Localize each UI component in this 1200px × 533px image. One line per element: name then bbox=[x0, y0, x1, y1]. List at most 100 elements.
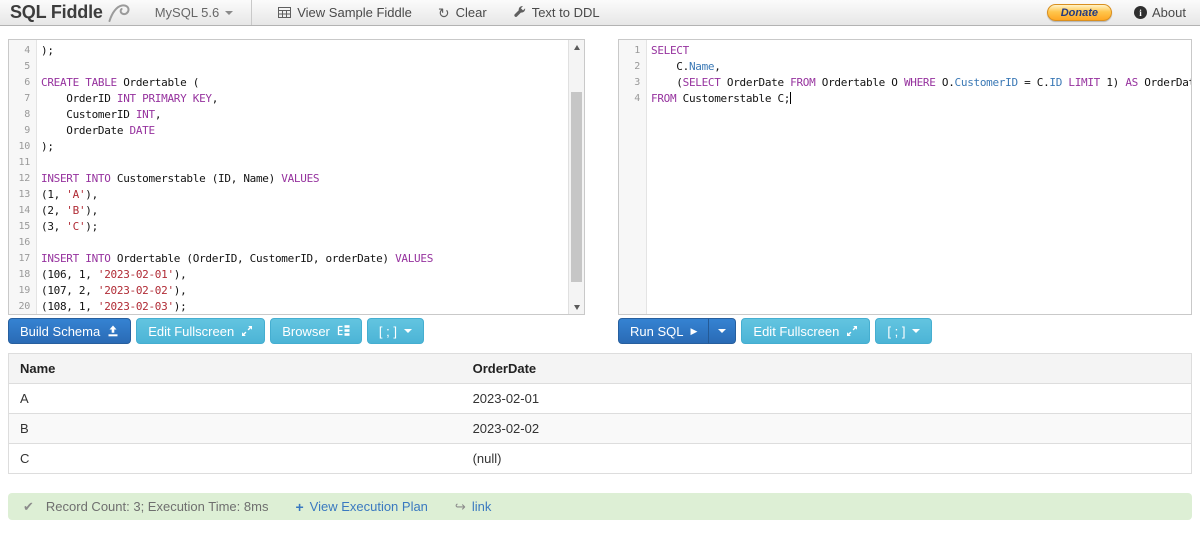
app-title: SQL Fiddle bbox=[10, 2, 103, 22]
code-line: 10); bbox=[9, 139, 584, 155]
code-line: 5 bbox=[9, 59, 584, 75]
line-number: 12 bbox=[18, 173, 31, 184]
schema-editor-scrollbar[interactable] bbox=[568, 40, 584, 314]
edit-fullscreen-label: Edit Fullscreen bbox=[753, 323, 840, 339]
schema-toolbar: Build Schema Edit Fullscreen Browser [ ;… bbox=[8, 318, 585, 344]
success-check-icon: ✔ bbox=[23, 498, 34, 514]
chevron-down-icon bbox=[225, 10, 234, 15]
run-sql-button[interactable]: Run SQL ▶ bbox=[618, 318, 710, 344]
code-line: 17 INSERT INTO Ordertable (OrderID, Custo… bbox=[9, 251, 584, 267]
table-icon bbox=[278, 6, 292, 20]
scroll-up-arrow[interactable] bbox=[569, 40, 584, 54]
terminator-label: [ ; ] bbox=[887, 323, 906, 339]
line-number: 16 bbox=[18, 237, 31, 248]
line-number: 20 bbox=[18, 301, 31, 312]
schema-editor[interactable]: 4); 5 6 CREATE TABLE Ordertable (7 OrderID … bbox=[8, 39, 585, 315]
donate-button[interactable]: Donate bbox=[1046, 4, 1113, 21]
line-number: 9 bbox=[24, 125, 30, 136]
build-schema-label: Build Schema bbox=[20, 323, 101, 339]
query-edit-fullscreen-button[interactable]: Edit Fullscreen bbox=[741, 318, 871, 344]
text-to-ddl-link[interactable]: Text to DDL bbox=[513, 5, 600, 20]
code-line: 14 (2, 'B'), bbox=[9, 203, 584, 219]
query-editor[interactable]: 1 SELECT 2 C.Name, 3 (SELECT OrderDate FROM… bbox=[618, 39, 1192, 315]
query-toolbar: Run SQL ▶ Edit Fullscreen [ ; ] bbox=[618, 318, 1192, 344]
line-number: 18 bbox=[18, 269, 31, 280]
code-line: 20 (108, 1, '2023-02-03'); bbox=[9, 299, 584, 314]
line-number: 15 bbox=[18, 221, 31, 232]
about-link[interactable]: i About bbox=[1134, 5, 1186, 20]
execution-status-bar: ✔ Record Count: 3; Execution Time: 8ms +… bbox=[8, 493, 1192, 520]
line-number: 2 bbox=[634, 61, 640, 72]
plus-icon: + bbox=[295, 498, 304, 515]
line-number: 10 bbox=[18, 141, 31, 152]
table-row: B 2023-02-02 bbox=[8, 413, 1192, 444]
results-header-row: Name OrderDate bbox=[8, 353, 1192, 384]
database-version-label: MySQL 5.6 bbox=[154, 5, 220, 20]
view-execution-plan-link[interactable]: + View Execution Plan bbox=[295, 499, 427, 515]
clear-link[interactable]: ↻ Clear bbox=[438, 5, 487, 20]
share-link[interactable]: ↪ link bbox=[455, 499, 491, 515]
browser-label: Browser bbox=[282, 323, 330, 339]
line-number: 13 bbox=[18, 189, 31, 200]
schema-terminator-dropdown[interactable]: [ ; ] bbox=[366, 318, 424, 344]
table-cell: B bbox=[8, 413, 462, 444]
line-number: 4 bbox=[24, 45, 30, 56]
share-arrow-icon: ↪ bbox=[454, 498, 466, 514]
line-number: 17 bbox=[18, 253, 31, 264]
app-logo[interactable]: SQL Fiddle bbox=[10, 2, 131, 23]
line-number: 11 bbox=[18, 157, 31, 168]
database-version-dropdown[interactable]: MySQL 5.6 bbox=[155, 5, 234, 20]
execution-summary: Record Count: 3; Execution Time: 8ms bbox=[45, 499, 269, 514]
run-sql-dropdown-toggle[interactable] bbox=[708, 318, 737, 344]
schema-edit-fullscreen-button[interactable]: Edit Fullscreen bbox=[136, 318, 266, 344]
wrench-icon bbox=[513, 5, 526, 20]
code-line: 15 (3, 'C'); bbox=[9, 219, 584, 235]
view-execution-plan-label: View Execution Plan bbox=[309, 499, 428, 514]
browser-button[interactable]: Browser bbox=[270, 318, 362, 344]
top-navbar: SQL Fiddle MySQL 5.6 View Sample Fiddle … bbox=[0, 0, 1200, 26]
chevron-down-icon bbox=[403, 329, 412, 333]
code-line: 11 bbox=[9, 155, 584, 171]
results-table: Name OrderDate A 2023-02-01 B 2023-02-02 C (n… bbox=[8, 353, 1192, 474]
code-line: 16 bbox=[9, 235, 584, 251]
run-sql-label: Run SQL bbox=[630, 323, 684, 339]
query-editor-code[interactable]: 1 SELECT 2 C.Name, 3 (SELECT OrderDate FROM… bbox=[619, 40, 1191, 107]
navbar-divider bbox=[251, 0, 253, 25]
code-line: 19 (107, 2, '2023-02-02'), bbox=[9, 283, 584, 299]
table-cell: (null) bbox=[461, 443, 1192, 474]
text-cursor bbox=[790, 92, 792, 104]
results-table-body: A 2023-02-01 B 2023-02-02 C (null) bbox=[8, 383, 1192, 474]
code-line: 9 OrderDate DATE bbox=[9, 123, 584, 139]
code-line: 4); bbox=[9, 43, 584, 59]
table-row: C (null) bbox=[8, 443, 1192, 474]
table-cell: A bbox=[8, 383, 462, 414]
line-number: 1 bbox=[634, 45, 640, 56]
donate-label: Donate bbox=[1060, 6, 1099, 19]
fern-logo-icon bbox=[107, 3, 131, 22]
table-cell: 2023-02-02 bbox=[461, 413, 1192, 444]
code-line: 18 (106, 1, '2023-02-01'), bbox=[9, 267, 584, 283]
build-schema-button[interactable]: Build Schema bbox=[8, 318, 132, 344]
table-row: A 2023-02-01 bbox=[8, 383, 1192, 414]
line-number: 6 bbox=[24, 77, 30, 88]
info-icon: i bbox=[1134, 6, 1148, 19]
chevron-down-icon bbox=[912, 329, 921, 333]
terminator-label: [ ; ] bbox=[378, 323, 397, 339]
code-line: 13 (1, 'A'), bbox=[9, 187, 584, 203]
clear-label: Clear bbox=[455, 5, 487, 20]
code-line: 8 CustomerID INT, bbox=[9, 107, 584, 123]
schema-editor-code[interactable]: 4); 5 6 CREATE TABLE Ordertable (7 OrderID … bbox=[9, 40, 584, 314]
code-line: 12 INSERT INTO Customerstable (ID, Name) … bbox=[9, 171, 584, 187]
text-to-ddl-label: Text to DDL bbox=[531, 5, 600, 20]
play-icon: ▶ bbox=[690, 325, 698, 336]
scrollbar-thumb[interactable] bbox=[571, 92, 582, 282]
about-label: About bbox=[1152, 5, 1186, 20]
line-number: 7 bbox=[24, 93, 30, 104]
view-sample-fiddle-link[interactable]: View Sample Fiddle bbox=[278, 5, 412, 20]
query-terminator-dropdown[interactable]: [ ; ] bbox=[875, 318, 933, 344]
table-cell: C bbox=[8, 443, 462, 474]
refresh-icon: ↻ bbox=[437, 4, 450, 21]
scroll-down-arrow[interactable] bbox=[569, 300, 584, 314]
run-sql-split-button: Run SQL ▶ bbox=[618, 318, 737, 344]
line-number: 19 bbox=[18, 285, 31, 296]
